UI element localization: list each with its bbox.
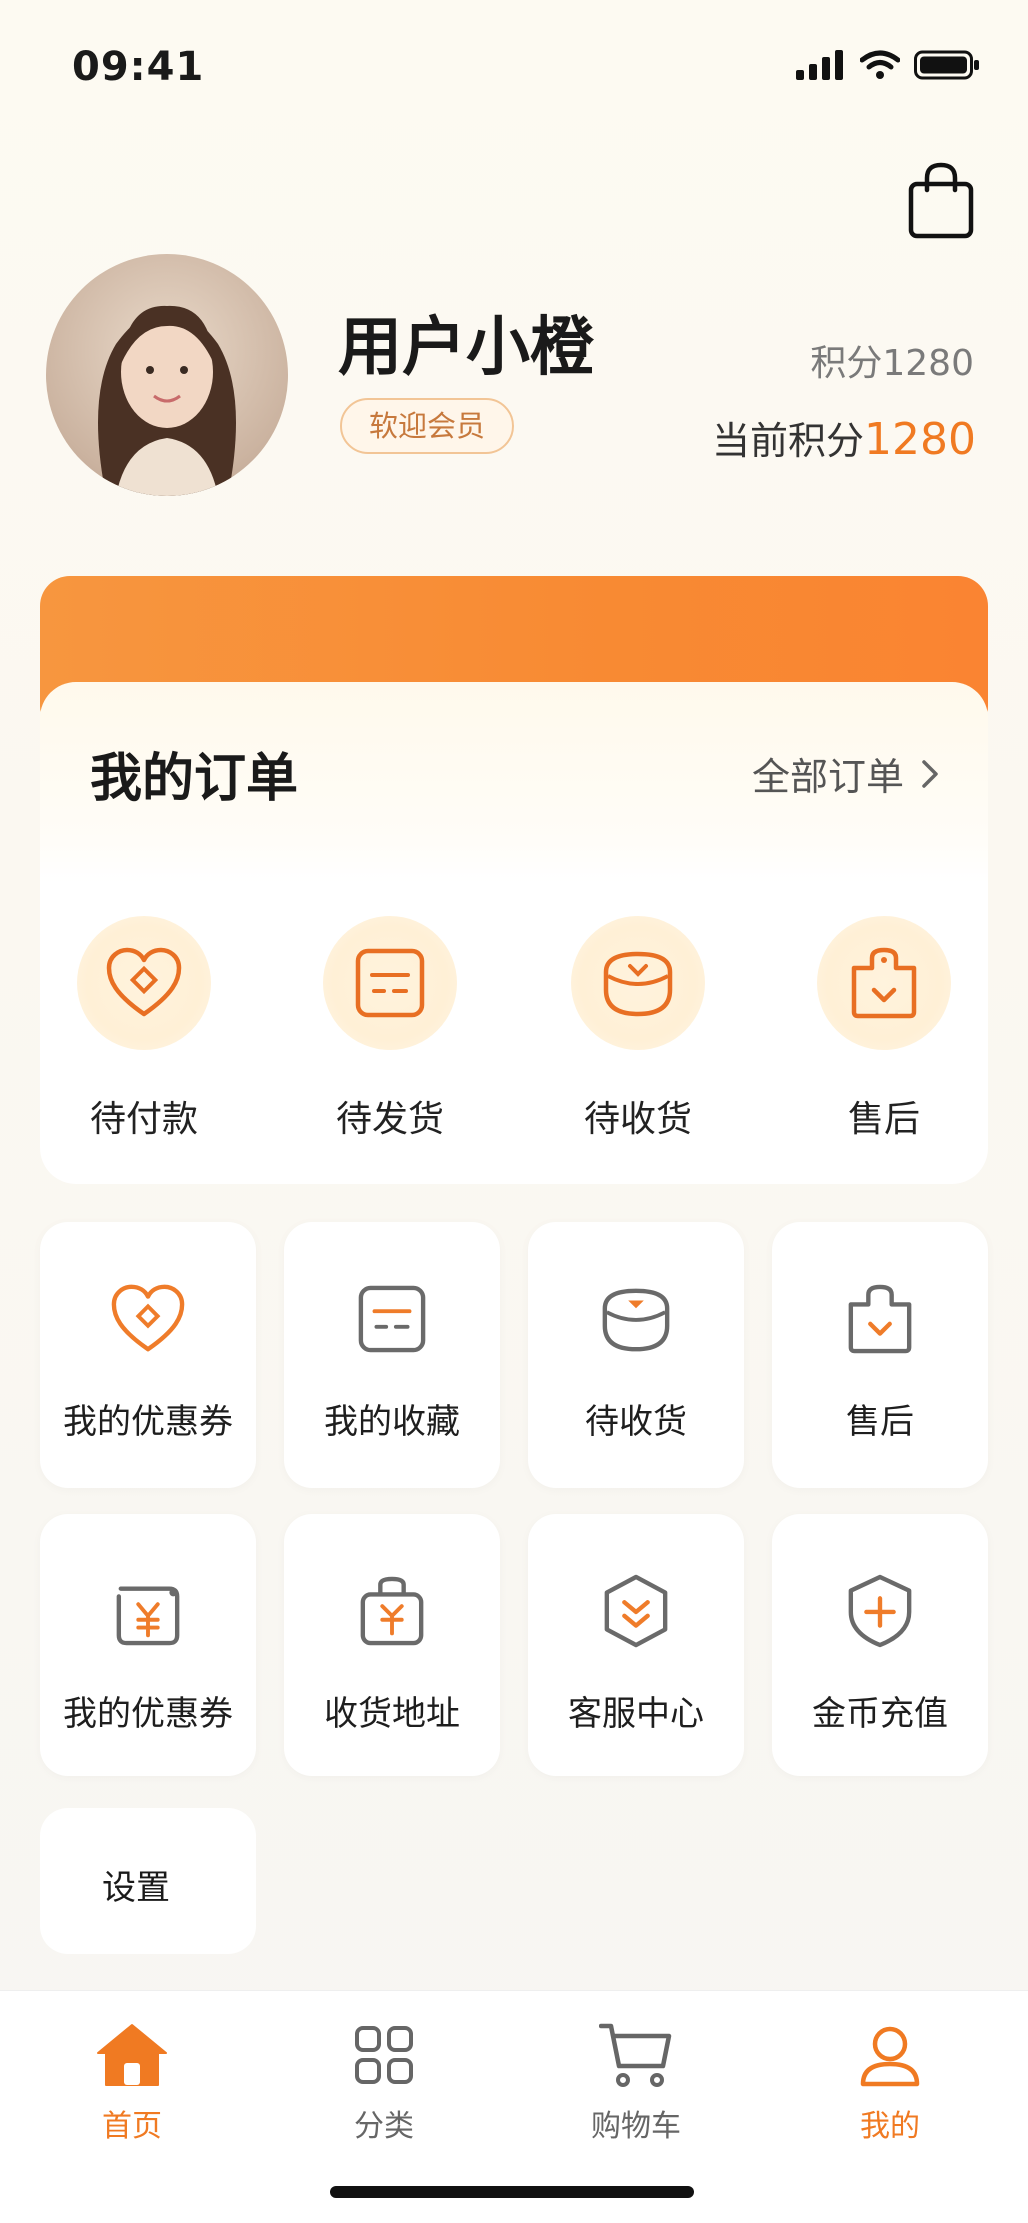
service-after-sales-label: 售后 xyxy=(846,1402,914,1442)
service-my-coupons-2-label: 我的优惠券 xyxy=(63,1694,233,1734)
heart-coupon-icon xyxy=(111,1284,185,1352)
heart-tag-icon xyxy=(106,947,182,1017)
current-points-label: 当前积分 xyxy=(712,419,865,463)
user-icon xyxy=(860,2026,920,2087)
service-my-coupons-label: 我的优惠券 xyxy=(63,1402,233,1442)
order-pending-shipment[interactable]: 待发货 xyxy=(290,916,490,1142)
order-pending-receipt-label: 待收货 xyxy=(583,1099,692,1140)
order-pending-payment-circle xyxy=(77,916,211,1050)
tab-cart[interactable]: 购物车 xyxy=(556,2019,716,2145)
tab-category[interactable]: 分类 xyxy=(304,2019,464,2145)
service-customer-center-label: 客服中心 xyxy=(568,1694,704,1734)
service-after-sales[interactable]: 售后 xyxy=(772,1222,988,1488)
battery-icon xyxy=(914,50,979,80)
username: 用户小橙 xyxy=(338,311,594,385)
current-points-value: 1280 xyxy=(864,414,976,465)
settings-button[interactable]: 设置 xyxy=(40,1808,256,1954)
service-bag-icon xyxy=(848,1284,912,1354)
status-icons xyxy=(796,50,980,80)
points-summary: 积分1280 xyxy=(810,343,974,384)
service-my-favorites[interactable]: 我的收藏 xyxy=(284,1222,500,1488)
order-pending-receipt[interactable]: 待收货 xyxy=(538,916,738,1142)
package-box-icon xyxy=(355,948,425,1018)
grid-icon xyxy=(355,2026,413,2084)
order-after-sales-label: 售后 xyxy=(847,1099,920,1140)
service-shipping-address-label: 收货地址 xyxy=(324,1694,460,1734)
settings-label: 设置 xyxy=(102,1868,170,1908)
home-indicator xyxy=(330,2186,694,2198)
tab-category-label: 分类 xyxy=(354,2109,414,2144)
service-my-coupons-2[interactable]: 我的优惠券 xyxy=(40,1514,256,1776)
order-pending-payment-label: 待付款 xyxy=(89,1099,198,1140)
order-pending-receipt-circle xyxy=(571,916,705,1050)
status-bar: 09:41 xyxy=(0,0,1028,120)
bowl-box-icon xyxy=(602,1288,670,1352)
tab-home[interactable]: 首页 xyxy=(52,2019,212,2145)
wifi-icon xyxy=(860,50,900,79)
yen-bag-icon xyxy=(360,1576,424,1646)
hexagon-download-icon xyxy=(604,1574,668,1648)
shopping-bag-button[interactable] xyxy=(906,160,976,240)
shield-plus-icon xyxy=(848,1574,912,1648)
tab-mine[interactable]: 我的 xyxy=(810,2019,970,2145)
status-time: 09:41 xyxy=(72,44,205,90)
chevron-right-icon xyxy=(922,759,938,788)
tab-home-label: 首页 xyxy=(102,2109,162,2144)
service-pending-receipt-label: 待收货 xyxy=(585,1402,687,1442)
box-icon xyxy=(358,1285,426,1353)
member-badge: 软迎会员 xyxy=(340,398,514,454)
cart-icon xyxy=(599,2023,672,2087)
service-coin-recharge-label: 金币充值 xyxy=(812,1694,948,1734)
yen-tag-icon xyxy=(116,1586,180,1646)
avatar-portrait xyxy=(98,305,236,496)
service-my-coupons[interactable]: 我的优惠券 xyxy=(40,1222,256,1488)
all-orders-link[interactable]: 全部订单 xyxy=(752,746,940,801)
order-after-sales[interactable]: 售后 xyxy=(784,916,984,1142)
signal-icon xyxy=(796,50,843,80)
order-pending-shipment-label: 待发货 xyxy=(335,1099,444,1140)
current-points: 当前积分1280 xyxy=(712,410,976,465)
order-after-sales-circle xyxy=(817,916,951,1050)
orders-title: 我的订单 xyxy=(90,749,299,809)
all-orders-label: 全部订单 xyxy=(751,755,904,799)
tab-cart-label: 购物车 xyxy=(591,2109,681,2144)
avatar[interactable] xyxy=(46,254,288,496)
service-coin-recharge[interactable]: 金币充值 xyxy=(772,1514,988,1776)
service-bag-icon xyxy=(851,947,917,1019)
service-pending-receipt[interactable]: 待收货 xyxy=(528,1222,744,1488)
order-pending-shipment-circle xyxy=(323,916,457,1050)
order-pending-payment[interactable]: 待付款 xyxy=(44,916,244,1142)
tab-mine-label: 我的 xyxy=(860,2109,920,2144)
service-customer-center[interactable]: 客服中心 xyxy=(528,1514,744,1776)
service-my-favorites-label: 我的收藏 xyxy=(324,1402,460,1442)
bowl-box-icon xyxy=(603,951,673,1017)
home-icon xyxy=(97,2024,167,2086)
shopping-bag-icon xyxy=(908,162,974,239)
service-shipping-address[interactable]: 收货地址 xyxy=(284,1514,500,1776)
